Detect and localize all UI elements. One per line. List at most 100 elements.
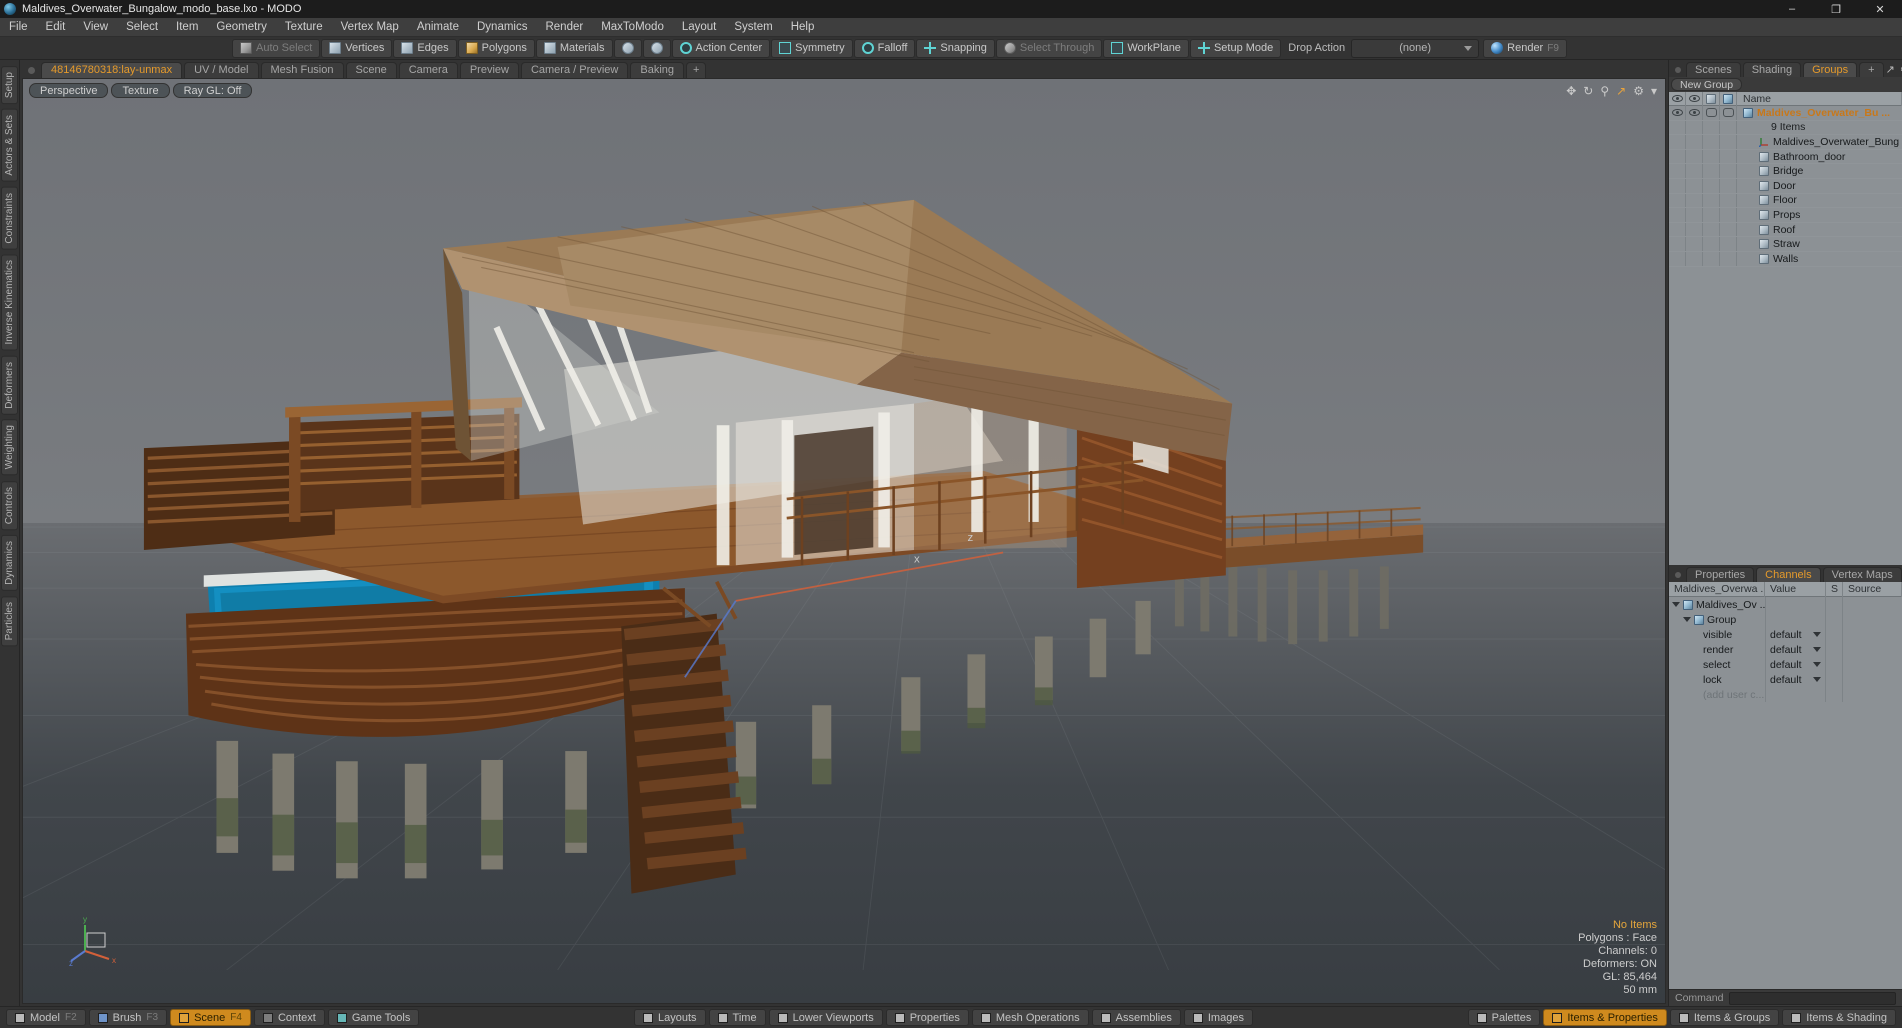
viewport-mode-button[interactable]: Perspective xyxy=(29,83,109,98)
tab-preview[interactable]: Preview xyxy=(459,62,519,78)
mesh-operations-button[interactable]: Mesh Operations xyxy=(971,1009,1089,1026)
mode-button-brush[interactable]: Brush F3 xyxy=(88,1009,168,1026)
expander-icon[interactable] xyxy=(1672,602,1680,607)
channel-s-cell[interactable] xyxy=(1826,627,1843,642)
channel-source-cell[interactable] xyxy=(1843,672,1902,687)
viewport-shading-button[interactable]: Texture xyxy=(111,83,170,98)
channel-name-cell[interactable]: (add user c... xyxy=(1669,689,1765,701)
menu-vertex-map[interactable]: Vertex Map xyxy=(332,18,408,37)
column-lock-header[interactable] xyxy=(1720,91,1737,106)
row-name-cell[interactable]: Door xyxy=(1737,180,1902,192)
pan-icon[interactable]: ✥ xyxy=(1566,85,1576,97)
drop-action-select[interactable]: (none) xyxy=(1351,38,1480,58)
column-name-header[interactable]: Name xyxy=(1737,91,1902,106)
table-row[interactable]: Roof xyxy=(1669,222,1902,238)
menu-edit[interactable]: Edit xyxy=(37,18,75,37)
chevron-down-icon[interactable] xyxy=(1813,632,1821,637)
tab-layout-unmax[interactable]: 48146780318:lay-unmax xyxy=(41,62,183,78)
row-lock-cell[interactable] xyxy=(1720,178,1737,193)
channels-column-value[interactable]: Value xyxy=(1765,581,1826,597)
menu-render[interactable]: Render xyxy=(536,18,592,37)
table-row[interactable]: Walls xyxy=(1669,251,1902,267)
row-name-cell[interactable]: Straw xyxy=(1737,238,1902,250)
edges-button[interactable]: Edges xyxy=(393,38,457,58)
row-name-cell[interactable]: Maldives_Overwater_Bu ... xyxy=(1737,107,1902,119)
channel-source-cell[interactable] xyxy=(1843,597,1902,612)
channel-s-cell[interactable] xyxy=(1826,657,1843,672)
falloff-button[interactable]: Falloff xyxy=(853,38,916,58)
sidebar-item-controls[interactable]: Controls xyxy=(1,480,18,531)
channel-row[interactable]: visible default xyxy=(1669,627,1902,642)
row-lock-cell[interactable] xyxy=(1720,149,1737,164)
assemblies-button[interactable]: Assemblies xyxy=(1091,1009,1181,1026)
close-button[interactable]: ✕ xyxy=(1858,0,1902,18)
expand-icon[interactable]: ↗ xyxy=(1886,63,1895,76)
viewport-raygl-button[interactable]: Ray GL: Off xyxy=(172,83,253,98)
sidebar-item-setup[interactable]: Setup xyxy=(1,66,18,105)
channel-source-cell[interactable] xyxy=(1843,627,1902,642)
sidebar-item-dynamics[interactable]: Dynamics xyxy=(1,535,18,591)
sidebar-item-actors-sets[interactable]: Actors & Sets xyxy=(1,109,18,182)
row-lock-cell[interactable] xyxy=(1720,251,1737,266)
column-visible-header[interactable] xyxy=(1669,91,1686,106)
row-visible-cell[interactable] xyxy=(1669,251,1686,266)
tab-groups[interactable]: Groups xyxy=(1803,62,1858,77)
menu-view[interactable]: View xyxy=(74,18,117,37)
render-button[interactable]: Render F9 xyxy=(1483,38,1567,58)
action-center-button[interactable]: Action Center xyxy=(671,38,771,58)
channel-value-cell[interactable]: default xyxy=(1765,627,1826,642)
channel-name-cell[interactable]: visible xyxy=(1669,629,1765,641)
auto-select-button[interactable]: Auto Select xyxy=(232,38,321,58)
rotate-icon[interactable]: ↻ xyxy=(1583,85,1593,97)
tab-baking[interactable]: Baking xyxy=(630,62,685,78)
items-shading-button[interactable]: Items & Shading xyxy=(1782,1009,1896,1026)
channel-s-cell[interactable] xyxy=(1826,672,1843,687)
mode-button-context[interactable]: Context xyxy=(253,1009,325,1026)
menu-dynamics[interactable]: Dynamics xyxy=(468,18,536,37)
channels-column-name[interactable]: Maldives_Overwa ... xyxy=(1669,581,1765,597)
row-select-cell[interactable] xyxy=(1703,164,1720,178)
row-name-cell[interactable]: Bridge xyxy=(1737,165,1902,177)
menu-system[interactable]: System xyxy=(725,18,781,37)
channel-name-cell[interactable]: lock xyxy=(1669,674,1765,686)
channels-list[interactable]: Maldives_Overwa ... Value S Source Maldi… xyxy=(1669,581,1902,989)
channel-value-cell[interactable] xyxy=(1765,597,1826,612)
paint-tool-b-button[interactable] xyxy=(642,38,671,58)
row-name-cell[interactable]: Maldives_Overwater_Bung ... xyxy=(1737,136,1902,148)
settings-gear-icon[interactable]: ⚙ xyxy=(1633,85,1644,97)
channels-column-source[interactable]: Source xyxy=(1843,581,1902,597)
row-select-cell[interactable] xyxy=(1703,251,1720,266)
row-visible-cell[interactable] xyxy=(1669,178,1686,193)
row-render-cell[interactable] xyxy=(1686,178,1703,193)
row-select-cell[interactable] xyxy=(1703,178,1720,193)
row-name-cell[interactable]: Floor xyxy=(1737,194,1902,206)
layouts-button[interactable]: Layouts xyxy=(634,1009,706,1026)
channel-name-cell[interactable]: render xyxy=(1669,644,1765,656)
row-lock-cell[interactable] xyxy=(1720,135,1737,149)
chevron-down-icon[interactable] xyxy=(1813,662,1821,667)
table-row[interactable]: Floor xyxy=(1669,193,1902,209)
tab-properties[interactable]: Properties xyxy=(1686,567,1755,582)
row-select-cell[interactable] xyxy=(1703,222,1720,237)
expander-icon[interactable] xyxy=(1683,617,1691,622)
menu-texture[interactable]: Texture xyxy=(276,18,332,37)
channel-row-add-user[interactable]: (add user c... xyxy=(1669,687,1902,702)
row-name-cell[interactable]: Walls xyxy=(1737,253,1902,265)
row-select-cell[interactable] xyxy=(1703,135,1720,149)
sidebar-item-inverse-kinematics[interactable]: Inverse Kinematics xyxy=(1,254,18,351)
row-render-cell[interactable] xyxy=(1686,251,1703,266)
maximize-button[interactable]: ❐ xyxy=(1814,0,1858,18)
channel-source-cell[interactable] xyxy=(1843,642,1902,657)
row-visible-cell[interactable] xyxy=(1669,237,1686,251)
chevron-down-icon[interactable] xyxy=(1813,677,1821,682)
palettes-button[interactable]: Palettes xyxy=(1467,1009,1541,1026)
zoom-icon[interactable]: ⚲ xyxy=(1600,85,1609,97)
column-select-header[interactable] xyxy=(1703,91,1720,106)
lower-viewports-button[interactable]: Lower Viewports xyxy=(768,1009,883,1026)
row-render-cell[interactable] xyxy=(1686,164,1703,178)
channel-value-cell[interactable]: default xyxy=(1765,642,1826,657)
row-lock-cell[interactable] xyxy=(1720,106,1737,120)
row-select-cell[interactable] xyxy=(1703,237,1720,251)
menu-maxtomodo[interactable]: MaxToModo xyxy=(592,18,673,37)
sidebar-item-deformers[interactable]: Deformers xyxy=(1,355,18,415)
